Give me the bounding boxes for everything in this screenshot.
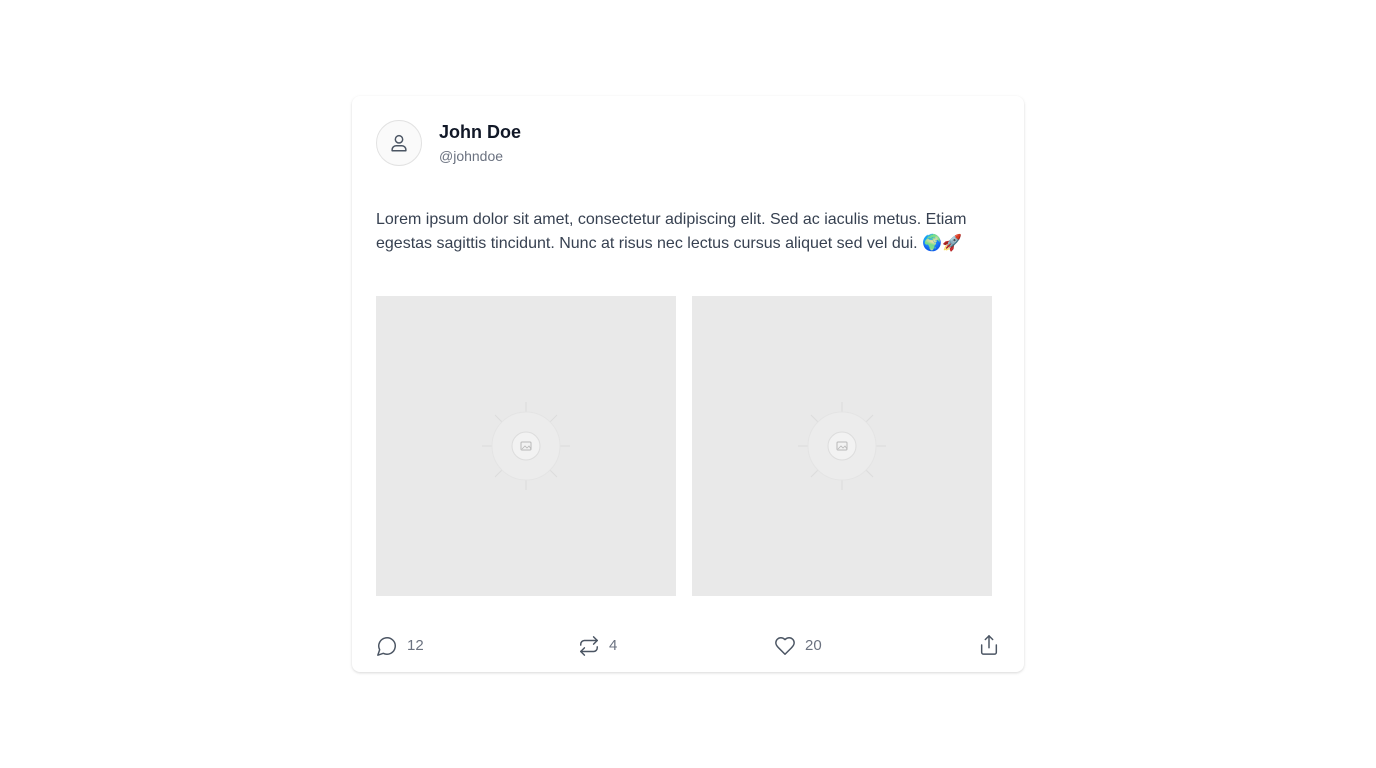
comment-count: 12 [407, 637, 424, 654]
heart-icon [775, 637, 795, 655]
post-card: John Doe @johndoe Lorem ipsum dolor sit … [352, 96, 1024, 672]
repost-button[interactable]: 4 [578, 634, 617, 658]
avatar[interactable] [376, 120, 422, 166]
post-image-1[interactable] [376, 296, 676, 596]
author-handle[interactable]: @johndoe [439, 146, 521, 166]
post-images [376, 296, 992, 596]
author-name[interactable]: John Doe [439, 120, 521, 144]
comment-icon [377, 637, 396, 656]
share-button[interactable] [978, 634, 1000, 656]
like-button[interactable]: 20 [774, 634, 822, 658]
post-text: Lorem ipsum dolor sit amet, consectetur … [376, 211, 967, 252]
repost-icon [580, 636, 598, 656]
post-header: John Doe @johndoe [376, 120, 521, 166]
post-actions: 12 4 20 [376, 634, 1000, 658]
post-image-2[interactable] [692, 296, 992, 596]
user-icon [391, 134, 407, 152]
like-count: 20 [805, 637, 822, 654]
image-icon [798, 402, 886, 490]
user-info: John Doe @johndoe [439, 120, 521, 166]
image-icon [482, 402, 570, 490]
repost-count: 4 [609, 637, 618, 654]
share-icon [980, 635, 998, 655]
comment-button[interactable]: 12 [376, 634, 424, 658]
